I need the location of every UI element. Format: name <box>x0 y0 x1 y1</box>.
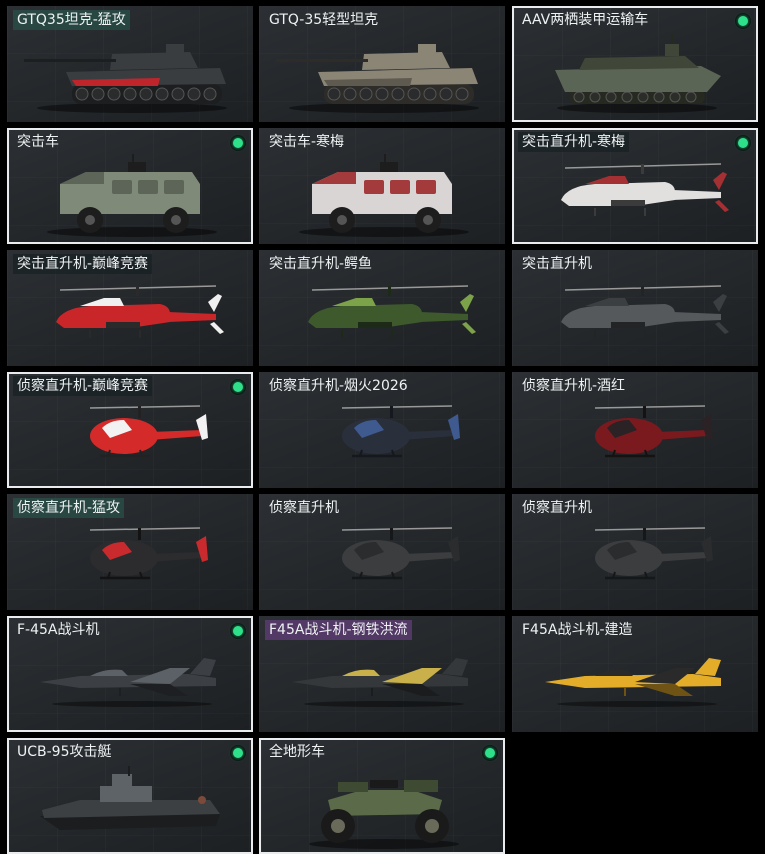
attack-heli-icon <box>561 285 729 338</box>
vehicle-name: 侦察直升机 <box>522 500 592 516</box>
tank-icon <box>276 44 479 113</box>
jet-image <box>512 634 758 732</box>
attack-heli-image <box>514 148 756 242</box>
vehicle-card-14[interactable]: 侦察直升机 <box>259 494 505 610</box>
vehicle-card-17[interactable]: F45A战斗机-钢铁洪流 <box>259 616 505 732</box>
equipped-indicator-icon <box>735 135 751 151</box>
equipped-indicator-icon <box>230 379 246 395</box>
scout-heli-image <box>9 392 251 486</box>
vehicle-name: 突击直升机 <box>522 256 592 272</box>
vehicle-name: 侦察直升机 <box>269 500 339 516</box>
boat-image <box>9 758 251 852</box>
scout-heli-image <box>259 512 505 610</box>
attack-heli-icon <box>308 285 476 338</box>
vehicle-card-18[interactable]: F45A战斗机-建造 <box>512 616 758 732</box>
vehicle-card-1[interactable]: GTQ35坦克-猛攻 <box>7 6 253 122</box>
vehicle-name: AAV两栖装甲运输车 <box>522 12 649 28</box>
scout-heli-icon <box>89 405 208 458</box>
scout-heli-icon <box>341 405 460 458</box>
scout-heli-icon <box>341 527 460 580</box>
vehicle-name: 突击直升机-寒梅 <box>518 132 630 152</box>
vehicle-name: 侦察直升机-烟火2026 <box>269 378 408 394</box>
vehicle-card-8[interactable]: 突击直升机-鳄鱼 <box>259 250 505 366</box>
vehicle-card-19[interactable]: UCB-95攻击艇 <box>7 738 253 854</box>
boat-icon <box>40 766 220 830</box>
truck-image <box>259 146 505 244</box>
scout-heli-icon <box>89 527 208 580</box>
vehicle-skin-grid: GTQ35坦克-猛攻 GTQ-35轻型坦克 AAV两栖装甲运输车 突击车 突击车… <box>0 0 765 854</box>
vehicle-name: F45A战斗机-建造 <box>522 622 633 638</box>
vehicle-name: F-45A战斗机 <box>17 622 100 638</box>
vehicle-card-16[interactable]: F-45A战斗机 <box>7 616 253 732</box>
vehicle-card-11[interactable]: 侦察直升机-烟火2026 <box>259 372 505 488</box>
vehicle-name: F45A战斗机-钢铁洪流 <box>265 620 412 640</box>
vehicle-name: UCB-95攻击艇 <box>17 744 112 760</box>
vehicle-name: 突击车-寒梅 <box>269 134 345 150</box>
equipped-indicator-icon <box>482 745 498 761</box>
aav-icon <box>555 34 721 113</box>
vehicle-card-20[interactable]: 全地形车 <box>259 738 505 854</box>
truck-icon <box>299 154 469 237</box>
atv-icon <box>309 780 459 849</box>
vehicle-card-10[interactable]: 侦察直升机-巅峰竞赛 <box>7 372 253 488</box>
attack-heli-image <box>512 268 758 366</box>
attack-heli-icon <box>561 163 729 216</box>
vehicle-name: GTQ-35轻型坦克 <box>269 12 379 28</box>
vehicle-card-7[interactable]: 突击直升机-巅峰竞赛 <box>7 250 253 366</box>
vehicle-name: 侦察直升机-巅峰竞赛 <box>13 376 153 396</box>
vehicle-name: 侦察直升机-酒红 <box>522 378 626 394</box>
vehicle-card-13[interactable]: 侦察直升机-猛攻 <box>7 494 253 610</box>
vehicle-card-12[interactable]: 侦察直升机-酒红 <box>512 372 758 488</box>
jet-image <box>9 636 251 730</box>
scout-heli-image <box>512 512 758 610</box>
vehicle-card-2[interactable]: GTQ-35轻型坦克 <box>259 6 505 122</box>
scout-heli-image <box>7 512 253 610</box>
attack-heli-icon <box>56 285 224 338</box>
equipped-indicator-icon <box>735 13 751 29</box>
vehicle-name: 突击车 <box>17 134 59 150</box>
aav-image <box>514 26 756 120</box>
vehicle-card-4[interactable]: 突击车 <box>7 128 253 244</box>
tank-icon <box>24 44 227 113</box>
scout-heli-icon <box>594 527 713 580</box>
jet-image <box>259 634 505 732</box>
vehicle-card-9[interactable]: 突击直升机 <box>512 250 758 366</box>
tank-image <box>259 24 505 122</box>
scout-heli-icon <box>594 405 713 458</box>
vehicle-name: 突击直升机-巅峰竞赛 <box>13 254 153 274</box>
jet-icon <box>545 658 721 707</box>
vehicle-name: 侦察直升机-猛攻 <box>13 498 125 518</box>
vehicle-card-15[interactable]: 侦察直升机 <box>512 494 758 610</box>
vehicle-card-6[interactable]: 突击直升机-寒梅 <box>512 128 758 244</box>
tank-image <box>7 24 253 122</box>
jet-icon <box>40 658 216 707</box>
vehicle-name: 突击直升机-鳄鱼 <box>269 256 373 272</box>
equipped-indicator-icon <box>230 135 246 151</box>
attack-heli-image <box>259 268 505 366</box>
attack-heli-image <box>7 268 253 366</box>
atv-image <box>261 758 503 852</box>
equipped-indicator-icon <box>230 745 246 761</box>
scout-heli-image <box>512 390 758 488</box>
equipped-indicator-icon <box>230 623 246 639</box>
vehicle-name: GTQ35坦克-猛攻 <box>13 10 130 30</box>
vehicle-name: 全地形车 <box>269 744 325 760</box>
vehicle-card-3[interactable]: AAV两栖装甲运输车 <box>512 6 758 122</box>
truck-icon <box>47 154 217 237</box>
jet-icon <box>292 658 468 707</box>
scout-heli-image <box>259 390 505 488</box>
vehicle-card-5[interactable]: 突击车-寒梅 <box>259 128 505 244</box>
truck-image <box>9 148 251 242</box>
